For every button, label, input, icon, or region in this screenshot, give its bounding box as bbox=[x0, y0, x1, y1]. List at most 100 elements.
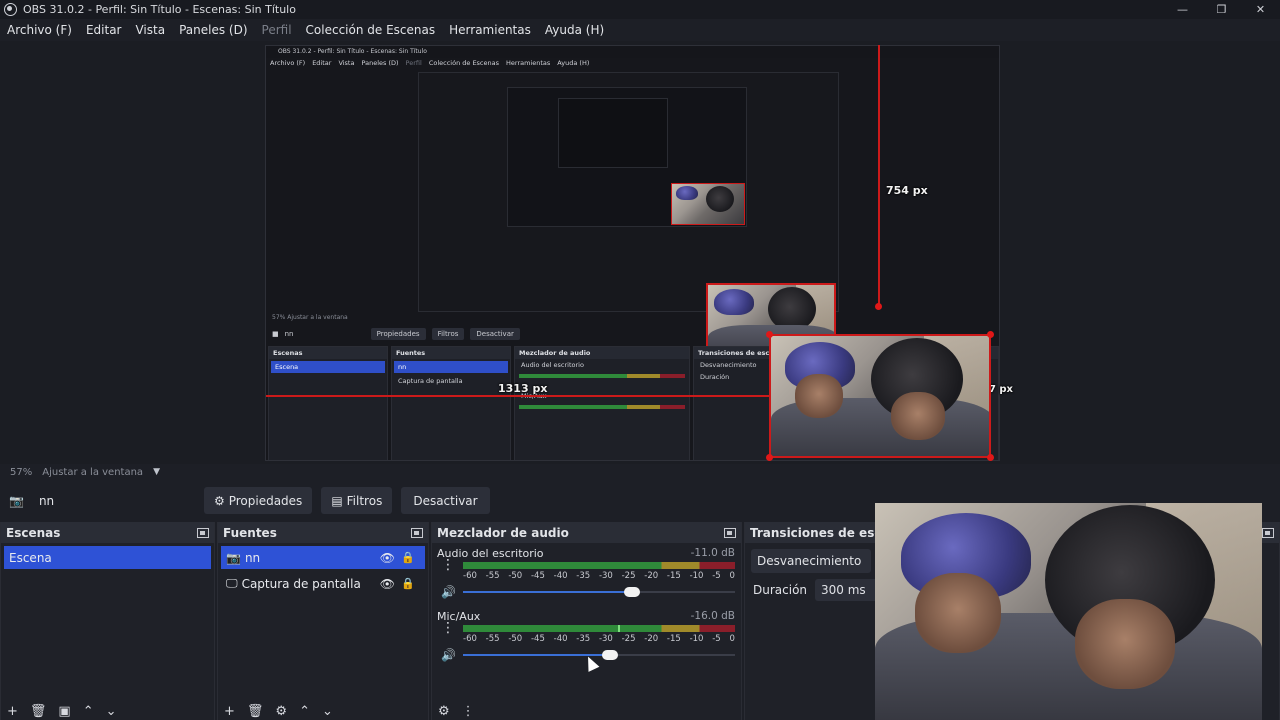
resize-handle-br[interactable] bbox=[987, 454, 994, 461]
restore-button[interactable]: ❐ bbox=[1202, 0, 1241, 19]
menu-edit[interactable]: Editar bbox=[86, 23, 122, 37]
selected-source-name: nn bbox=[38, 493, 55, 508]
speaker-icon[interactable]: 🔊 bbox=[441, 585, 456, 599]
remove-scene-icon[interactable]: 🗑 bbox=[30, 704, 47, 719]
source-item-nn[interactable]: 📷 nn 👁 🔒 bbox=[221, 546, 425, 569]
transition-select[interactable]: Desvanecimiento bbox=[751, 549, 871, 573]
filters-label: Filtros bbox=[346, 493, 383, 508]
deactivate-button[interactable]: Desactivar bbox=[401, 487, 490, 514]
meter-tick-label: -35 bbox=[576, 634, 591, 644]
resize-handle-tl[interactable] bbox=[766, 331, 773, 338]
gear-icon: ⚙ bbox=[213, 493, 225, 508]
eye-icon[interactable]: 👁 bbox=[380, 551, 395, 565]
meter-tick-label: -55 bbox=[485, 634, 500, 644]
source-item-capture[interactable]: 🖵 Captura de pantalla 👁 🔒 bbox=[221, 572, 425, 595]
meter-tick-label: -30 bbox=[598, 571, 613, 581]
channel-db: -11.0 dB bbox=[690, 547, 735, 559]
mic-meter: ⋮ -60 -55 -50 -45 -40 -35 -30 -25 -20 -15 -10 -5 0 bbox=[437, 621, 741, 645]
kebab-menu-icon[interactable]: ⋮ bbox=[441, 558, 455, 572]
resize-handle-tr[interactable] bbox=[987, 331, 994, 338]
advanced-audio-icon[interactable]: ⚙ bbox=[438, 704, 450, 719]
nested-status: 57% Ajustar a la ventana bbox=[272, 314, 348, 321]
move-up-icon[interactable]: ⌃ bbox=[299, 704, 310, 719]
source-properties-icon[interactable]: ⚙ bbox=[275, 704, 287, 719]
nested-mixer-dock: Mezclador de audio Audio del escritorio … bbox=[514, 346, 690, 460]
nested-mixer-title: Mezclador de audio bbox=[515, 347, 689, 359]
meter-tick-label: -5 bbox=[712, 634, 721, 644]
meter-tick-label: -25 bbox=[621, 634, 636, 644]
remove-source-icon[interactable]: 🗑 bbox=[247, 704, 264, 719]
nested-sources-dock: Fuentes nn Captura de pantalla bbox=[391, 346, 511, 460]
menu-file[interactable]: Archivo (F) bbox=[7, 23, 72, 37]
menu-view[interactable]: Vista bbox=[135, 23, 165, 37]
desktop-volume-row: 🔊 bbox=[437, 582, 741, 602]
kebab-menu-icon[interactable]: ⋮ bbox=[441, 621, 455, 635]
properties-label: Propiedades bbox=[228, 493, 303, 508]
undock-icon[interactable] bbox=[197, 527, 209, 538]
nested-source-name: nn bbox=[284, 330, 294, 338]
sources-footer: + 🗑 ⚙ ⌃ ⌄ bbox=[218, 702, 428, 720]
meter-tick-label: -15 bbox=[666, 571, 681, 581]
duration-label: Duración bbox=[753, 583, 808, 597]
volume-slider-knob[interactable] bbox=[623, 587, 640, 597]
menu-scene-collection[interactable]: Colección de Escenas bbox=[306, 23, 436, 37]
nested-menu-docks: Paneles (D) bbox=[361, 59, 399, 67]
chevron-down-icon[interactable]: ▼ bbox=[153, 467, 160, 477]
menu-help[interactable]: Ayuda (H) bbox=[545, 23, 604, 37]
scene-filters-icon[interactable]: ▣ bbox=[58, 704, 70, 719]
menu-bar: Archivo (F) Editar Vista Paneles (D) Per… bbox=[0, 19, 1280, 41]
filters-button[interactable]: ▤ Filtros bbox=[321, 487, 393, 514]
kebab-menu-icon[interactable]: ⋮ bbox=[462, 704, 475, 719]
window-controls: — ❐ ✕ bbox=[1163, 0, 1280, 19]
nested-menu-profile: Perfil bbox=[405, 59, 422, 67]
undock-icon[interactable] bbox=[1262, 527, 1274, 538]
fit-window-dropdown[interactable]: Ajustar a la ventana bbox=[42, 467, 143, 478]
meter-tick-label: -60 bbox=[463, 634, 477, 644]
undock-icon[interactable] bbox=[724, 527, 736, 538]
add-source-icon[interactable]: + bbox=[224, 704, 235, 719]
nested-meter-1 bbox=[519, 374, 685, 378]
nested-toolbar: ■ nn Propiedades Filtros Desactivar bbox=[272, 328, 520, 340]
meter-tick-label: -45 bbox=[530, 634, 545, 644]
move-down-icon[interactable]: ⌄ bbox=[106, 704, 117, 719]
meter-tick-label: -5 bbox=[712, 571, 721, 581]
nested-deactivate: Desactivar bbox=[470, 328, 520, 340]
nested-properties: Propiedades bbox=[370, 328, 426, 340]
meter-tick-label: -35 bbox=[576, 571, 591, 581]
meter-tick-label: -40 bbox=[553, 571, 568, 581]
window-title: OBS 31.0.2 - Perfil: Sin Título - Escena… bbox=[23, 3, 296, 16]
guide-handle-top[interactable] bbox=[875, 303, 882, 310]
camera-icon: 📷 bbox=[9, 493, 24, 508]
scene-item[interactable]: Escena bbox=[4, 546, 211, 569]
meter-tick-label: -20 bbox=[644, 571, 659, 581]
menu-profile[interactable]: Perfil bbox=[262, 23, 292, 37]
add-scene-icon[interactable]: + bbox=[7, 704, 18, 719]
scenes-title: Escenas bbox=[6, 525, 61, 540]
volume-slider-track[interactable] bbox=[463, 587, 735, 597]
volume-slider-knob[interactable] bbox=[601, 650, 618, 660]
speaker-icon[interactable]: 🔊 bbox=[441, 648, 456, 662]
nested-source-capture: Captura de pantalla bbox=[398, 377, 463, 385]
minimize-button[interactable]: — bbox=[1163, 0, 1202, 19]
nested-menu: Archivo (F) Editar Vista Paneles (D) Per… bbox=[270, 59, 589, 67]
volume-slider-fill bbox=[463, 591, 632, 593]
preview-canvas[interactable]: OBS 31.0.2 - Perfil: Sin Título - Escena… bbox=[0, 41, 1280, 464]
move-up-icon[interactable]: ⌃ bbox=[83, 704, 94, 719]
menu-tools[interactable]: Herramientas bbox=[449, 23, 531, 37]
lock-icon[interactable]: 🔒 bbox=[401, 551, 415, 564]
preview-selected-source[interactable] bbox=[769, 334, 991, 458]
nested-camera-icon: ■ bbox=[272, 330, 279, 338]
properties-button[interactable]: ⚙ Propiedades bbox=[203, 487, 313, 514]
menu-docks[interactable]: Paneles (D) bbox=[179, 23, 247, 37]
nested-menu-edit: Editar bbox=[312, 59, 332, 67]
volume-slider-track[interactable] bbox=[463, 650, 735, 660]
meter-tick-label: -50 bbox=[508, 571, 523, 581]
close-button[interactable]: ✕ bbox=[1241, 0, 1280, 19]
peak-level-marker bbox=[618, 625, 621, 632]
scenes-footer: + 🗑 ▣ ⌃ ⌄ bbox=[1, 702, 214, 720]
resize-handle-bl[interactable] bbox=[766, 454, 773, 461]
move-down-icon[interactable]: ⌄ bbox=[322, 704, 333, 719]
lock-icon[interactable]: 🔒 bbox=[401, 577, 415, 590]
undock-icon[interactable] bbox=[411, 527, 423, 538]
eye-icon[interactable]: 👁 bbox=[380, 577, 395, 591]
